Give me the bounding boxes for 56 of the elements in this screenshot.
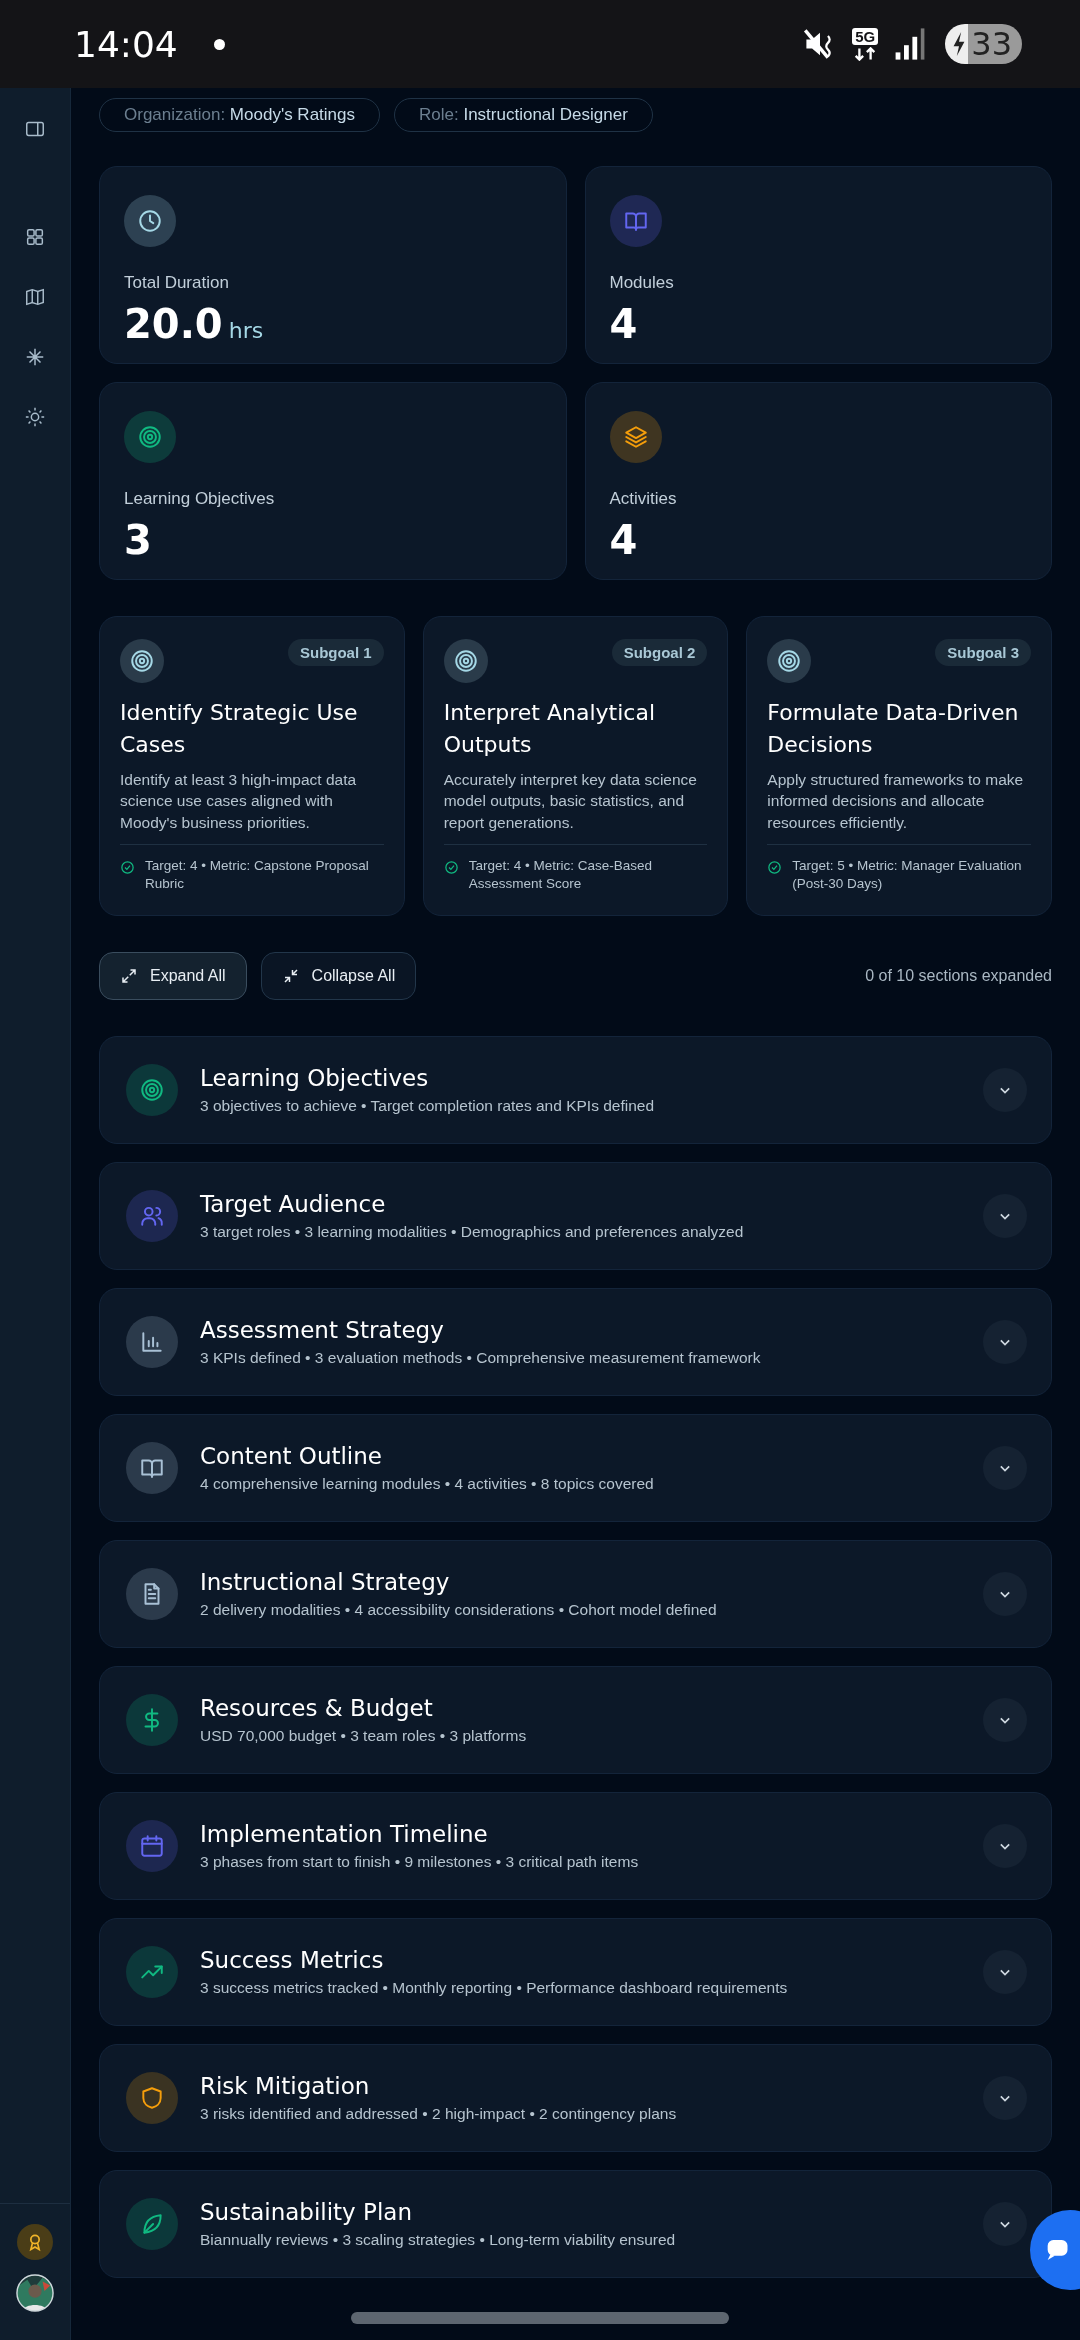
section-title: Sustainability Plan <box>200 2199 413 2225</box>
subgoal-metric: Target: 4 • Metric: Case-Based Assessment Score <box>468 856 653 893</box>
section-summary: 3 objectives to achieve • Target completion rates and KPIs defined <box>200 1097 656 1115</box>
section-header[interactable]: Content Outline 4 comprehensive learning modules • 4 activities • 8 topics covered <box>99 1414 1052 1522</box>
section-summary: Biannually reviews • 3 scaling strategies • Long-term viability ensured <box>200 2231 677 2249</box>
section-header[interactable]: Sustainability Plan Biannually reviews • 3 scaling strategies • Long-term viability ensured <box>99 2170 1052 2278</box>
stat-value: 4 <box>609 517 639 563</box>
status-time: 14:04 <box>74 23 178 65</box>
expand-all-button[interactable]: Expand All <box>99 952 247 1000</box>
section-summary: USD 70,000 budget • 3 team roles • 3 platforms <box>200 1727 528 1745</box>
stat-value: 4 <box>609 301 639 347</box>
stat-label: Learning Objectives <box>124 489 276 509</box>
section-header[interactable]: Resources & Budget USD 70,000 budget • 3 team roles • 3 platforms <box>99 1666 1052 1774</box>
subgoal-description: Accurately interpret key data science model outputs, basic statistics, and report generations. <box>443 769 698 834</box>
battery-level: 33 <box>971 25 1012 63</box>
section-title: Risk Mitigation <box>200 2073 371 2099</box>
section-header[interactable]: Success Metrics 3 success metrics tracked • Monthly reporting • Performance dashboard requirements <box>99 1918 1052 2026</box>
section-header[interactable]: Assessment Strategy 3 KPIs defined • 3 evaluation methods • Comprehensive measurement framework <box>99 1288 1052 1396</box>
section-header[interactable]: Risk Mitigation 3 risks identified and addressed • 2 high-impact • 2 contingency plans <box>99 2044 1052 2152</box>
section-title: Instructional Strategy <box>200 1569 451 1595</box>
section-header[interactable]: Learning Objectives 3 objectives to achieve • Target completion rates and KPIs defined <box>99 1036 1052 1144</box>
section-summary: 3 risks identified and addressed • 2 high-impact • 2 contingency plans <box>200 2105 678 2123</box>
collapse-all-button[interactable]: Collapse All <box>260 952 417 1000</box>
stat-label: Modules <box>609 273 675 293</box>
section-header[interactable]: Instructional Strategy 2 delivery modalities • 4 accessibility considerations • Cohort model defined <box>99 1540 1052 1648</box>
subgoal-metric: Target: 4 • Metric: Capstone Proposal Rubric <box>145 856 370 893</box>
subgoal-description: Identify at least 3 high-impact data science use cases aligned with Moody's business priorities. <box>120 769 358 834</box>
network-type: 5G <box>852 27 879 45</box>
subgoal-metric: Target: 5 • Metric: Manager Evaluation (Post-30 Days) <box>792 856 1023 893</box>
stat-label: Activities <box>609 489 678 509</box>
section-summary: 3 phases from start to finish • 9 milestones • 3 critical path items <box>200 1853 640 1871</box>
stat-label: Total Duration <box>124 273 230 293</box>
section-title: Target Audience <box>200 1191 387 1217</box>
section-header[interactable]: Implementation Timeline 3 phases from start to finish • 9 milestones • 3 critical path items <box>99 1792 1052 1900</box>
subgoal-badge: Subgoal 2 <box>611 639 708 666</box>
subgoal-description: Apply structured frameworks to make informed decisions and allocate resources efficiently. <box>767 769 1025 834</box>
section-title: Success Metrics <box>200 1947 385 1973</box>
section-summary: 2 delivery modalities • 4 accessibility considerations • Cohort model defined <box>200 1601 718 1619</box>
section-summary: 3 KPIs defined • 3 evaluation methods • Comprehensive measurement framework <box>200 1349 762 1367</box>
section-title: Implementation Timeline <box>200 1821 489 1847</box>
section-title: Resources & Budget <box>200 1695 434 1721</box>
expanded-counter: 0 of 10 sections expanded <box>865 967 1052 985</box>
section-summary: 3 success metrics tracked • Monthly reporting • Performance dashboard requirements <box>200 1979 789 1997</box>
stat-value: 3 <box>124 517 153 563</box>
section-header[interactable]: Target Audience 3 target roles • 3 learning modalities • Demographics and preferences analyzed <box>99 1162 1052 1270</box>
subgoal-badge: Subgoal 1 <box>287 639 384 666</box>
section-summary: 3 target roles • 3 learning modalities • Demographics and preferences analyzed <box>200 1223 745 1241</box>
subgoal-title: Interpret Analytical Outputs <box>443 699 656 759</box>
section-title: Learning Objectives <box>200 1065 430 1091</box>
subgoal-title: Identify Strategic Use Cases <box>120 699 359 759</box>
section-title: Content Outline <box>200 1443 383 1469</box>
section-summary: 4 comprehensive learning modules • 4 activities • 8 topics covered <box>200 1475 655 1493</box>
stat-value: 20.0 hrs <box>124 301 265 347</box>
subgoal-badge: Subgoal 3 <box>935 639 1031 666</box>
section-title: Assessment Strategy <box>200 1317 445 1343</box>
subgoal-title: Formulate Data-Driven Decisions <box>767 699 1020 759</box>
